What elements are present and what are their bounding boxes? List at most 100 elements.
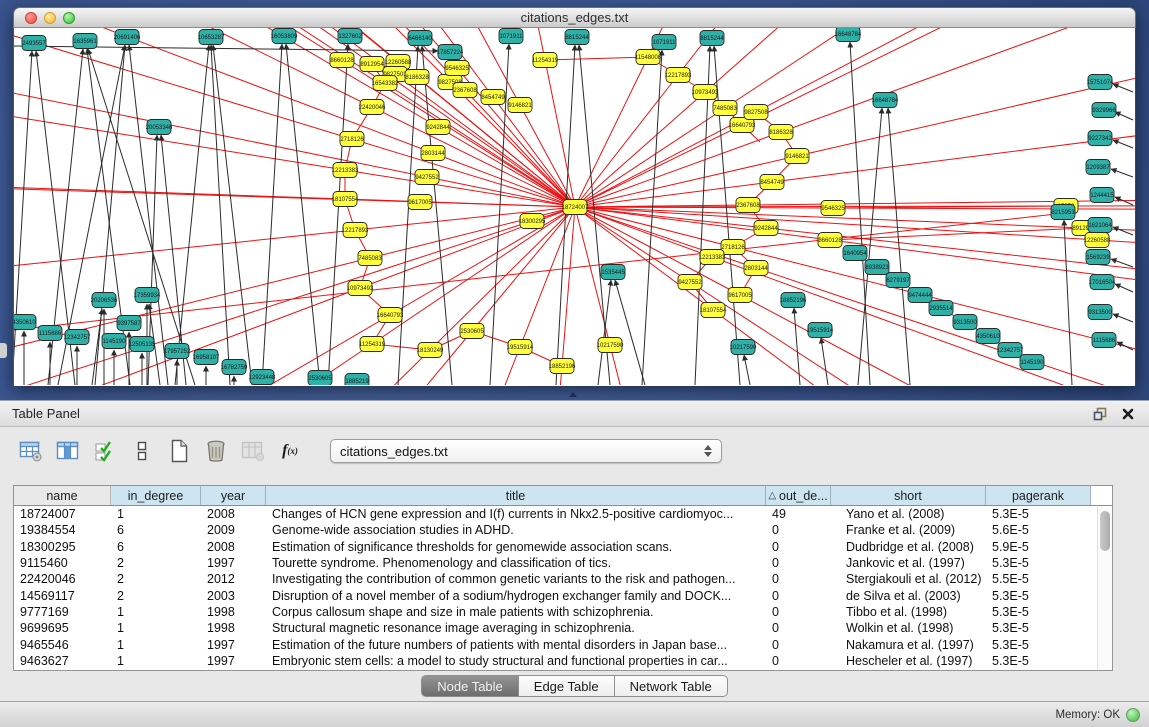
close-panel-icon[interactable] xyxy=(1119,406,1137,422)
table-cell[interactable]: 0 xyxy=(766,638,831,652)
table-cell[interactable]: 2009 xyxy=(201,523,266,537)
table-cell[interactable]: 5.3E-5 xyxy=(986,621,1091,635)
table-row[interactable]: 946554611997Estimation of the future num… xyxy=(14,636,1112,652)
graph-node[interactable]: 8454749 xyxy=(760,175,784,190)
graph-edge-red[interactable] xyxy=(756,28,1135,112)
table-cell[interactable]: 1998 xyxy=(201,621,266,635)
graph-edge-black[interactable] xyxy=(888,108,910,385)
graph-edge-red[interactable] xyxy=(610,345,954,385)
graph-node[interactable]: 1635961 xyxy=(73,34,97,49)
table-row[interactable]: 1872400712008Changes of HCN gene express… xyxy=(14,506,1112,522)
graph-node[interactable]: 16648784 xyxy=(835,28,862,42)
column-header-out_de[interactable]: △out_de... xyxy=(766,486,831,505)
table-cell[interactable]: 19384554 xyxy=(14,523,111,537)
graph-node[interactable]: 20691406 xyxy=(114,30,141,45)
table-cell[interactable]: Tourette syndrome. Phenomenology and cla… xyxy=(266,556,766,570)
show-columns-icon[interactable] xyxy=(55,438,81,464)
table-cell[interactable]: Genome-wide association studies in ADHD. xyxy=(266,523,766,537)
table-cell[interactable]: Jankovic et al. (1997) xyxy=(831,556,986,570)
graph-node[interactable]: 18852196 xyxy=(780,293,807,308)
graph-edge-black[interactable] xyxy=(1111,169,1133,177)
import-table-icon[interactable] xyxy=(240,438,266,464)
table-cell[interactable]: 2012 xyxy=(201,572,266,586)
table-mode-icon[interactable] xyxy=(18,438,44,464)
graph-node[interactable]: 1327602 xyxy=(338,29,362,44)
network-window-titlebar[interactable]: citations_edges.txt xyxy=(13,7,1136,28)
graph-node[interactable]: 7485083 xyxy=(713,101,737,116)
float-panel-icon[interactable] xyxy=(1091,406,1109,422)
graph-node[interactable]: 17359934 xyxy=(134,288,161,303)
graph-edge-black[interactable] xyxy=(850,42,870,385)
table-cell[interactable]: Changes of HCN gene expression and I(f) … xyxy=(266,507,766,521)
table-cell[interactable]: Stergiakouli et al. (2012) xyxy=(831,572,986,586)
table-row[interactable]: 2242004622012Investigating the contribut… xyxy=(14,571,1112,587)
table-cell[interactable]: 0 xyxy=(766,556,831,570)
table-cell[interactable]: 1 xyxy=(111,654,201,668)
graph-node[interactable]: 10653287 xyxy=(198,30,225,45)
table-cell[interactable]: 22420046 xyxy=(14,572,111,586)
graph-node[interactable]: 11254319 xyxy=(532,53,559,68)
graph-node[interactable]: 17957252 xyxy=(164,344,191,359)
graph-edge-red[interactable] xyxy=(678,28,1135,75)
graph-node[interactable]: 8454749 xyxy=(481,90,505,105)
table-cell[interactable]: Structural magnetic resonance image aver… xyxy=(266,621,766,635)
graph-edge-red[interactable] xyxy=(562,207,575,366)
graph-node[interactable]: 18107554 xyxy=(332,192,359,207)
graph-edge-black[interactable] xyxy=(744,355,750,385)
graph-node[interactable]: 16053809 xyxy=(271,29,298,44)
table-row[interactable]: 946362711997Embryonic stem cells: a mode… xyxy=(14,653,1112,669)
graph-node[interactable]: 12217893 xyxy=(342,223,369,238)
graph-edge-black[interactable] xyxy=(714,46,740,385)
graph-edge-red[interactable] xyxy=(830,228,1084,240)
graph-node[interactable]: 19515914 xyxy=(807,323,834,338)
table-cell[interactable]: 9777169 xyxy=(14,605,111,619)
tab-edge-table[interactable]: Edge Table xyxy=(519,675,615,697)
table-cell[interactable]: Investigating the contribution of common… xyxy=(266,572,766,586)
graph-edge-black[interactable] xyxy=(1115,112,1133,120)
graph-node[interactable]: 2935514 xyxy=(929,301,953,316)
graph-node[interactable]: 12213383 xyxy=(332,163,359,178)
graph-node[interactable]: 2718126 xyxy=(721,240,745,255)
table-cell[interactable]: 9115460 xyxy=(14,556,111,570)
table-cell[interactable]: Nakamura et al. (1997) xyxy=(831,638,986,652)
graph-node[interactable]: 10217590 xyxy=(730,340,757,355)
graph-node[interactable]: 2367608 xyxy=(736,198,760,213)
graph-node[interactable]: 16648784 xyxy=(872,93,899,108)
graph-edge-red[interactable] xyxy=(545,57,648,60)
graph-node[interactable]: 9474444 xyxy=(908,288,932,303)
function-builder-icon[interactable]: f(x) xyxy=(277,438,303,464)
graph-node[interactable]: 8215953 xyxy=(1051,205,1075,220)
graph-edge-red[interactable] xyxy=(372,107,575,207)
graph-node[interactable]: 2530605 xyxy=(308,371,332,386)
graph-edge-red[interactable] xyxy=(14,28,372,64)
graph-edge-red[interactable] xyxy=(797,28,1135,156)
tab-network-table[interactable]: Network Table xyxy=(615,675,728,697)
table-cell[interactable]: 9699695 xyxy=(14,621,111,635)
graph-node[interactable]: 2530605 xyxy=(460,324,484,339)
graph-node[interactable]: 1145190 xyxy=(1020,355,1044,370)
graph-node[interactable]: 1071911 xyxy=(652,35,676,50)
table-cell[interactable]: 18724007 xyxy=(14,507,111,521)
table-cell[interactable]: Estimation of the future numbers of pati… xyxy=(266,638,766,652)
row-height-icon[interactable] xyxy=(129,438,155,464)
delete-column-icon[interactable] xyxy=(203,438,229,464)
table-cell[interactable]: 5.5E-5 xyxy=(986,572,1091,586)
graph-node[interactable]: 7485083 xyxy=(358,251,382,266)
table-cell[interactable]: 2 xyxy=(111,556,201,570)
graph-node[interactable]: 8815244 xyxy=(565,30,589,45)
table-cell[interactable]: 1997 xyxy=(201,638,266,652)
graph-node[interactable]: 16782759 xyxy=(221,360,248,375)
table-cell[interactable]: 0 xyxy=(766,540,831,554)
graph-node[interactable]: 1640954 xyxy=(843,246,867,261)
table-row[interactable]: 911546021997Tourette syndrome. Phenomeno… xyxy=(14,555,1112,571)
table-row[interactable]: 1830029562008Estimation of significance … xyxy=(14,539,1112,555)
table-cell[interactable]: 0 xyxy=(766,654,831,668)
table-cell[interactable]: Estimation of significance thresholds fo… xyxy=(266,540,766,554)
graph-node[interactable]: 1535445 xyxy=(601,265,625,280)
graph-edge-black[interactable] xyxy=(213,45,252,385)
graph-node[interactable]: 8912954 xyxy=(360,57,384,72)
scrollbar-thumb[interactable] xyxy=(1100,511,1110,551)
graph-edge-black[interactable] xyxy=(328,44,348,385)
table-cell[interactable]: 0 xyxy=(766,621,831,635)
graph-node[interactable]: 2493557 xyxy=(22,36,46,51)
